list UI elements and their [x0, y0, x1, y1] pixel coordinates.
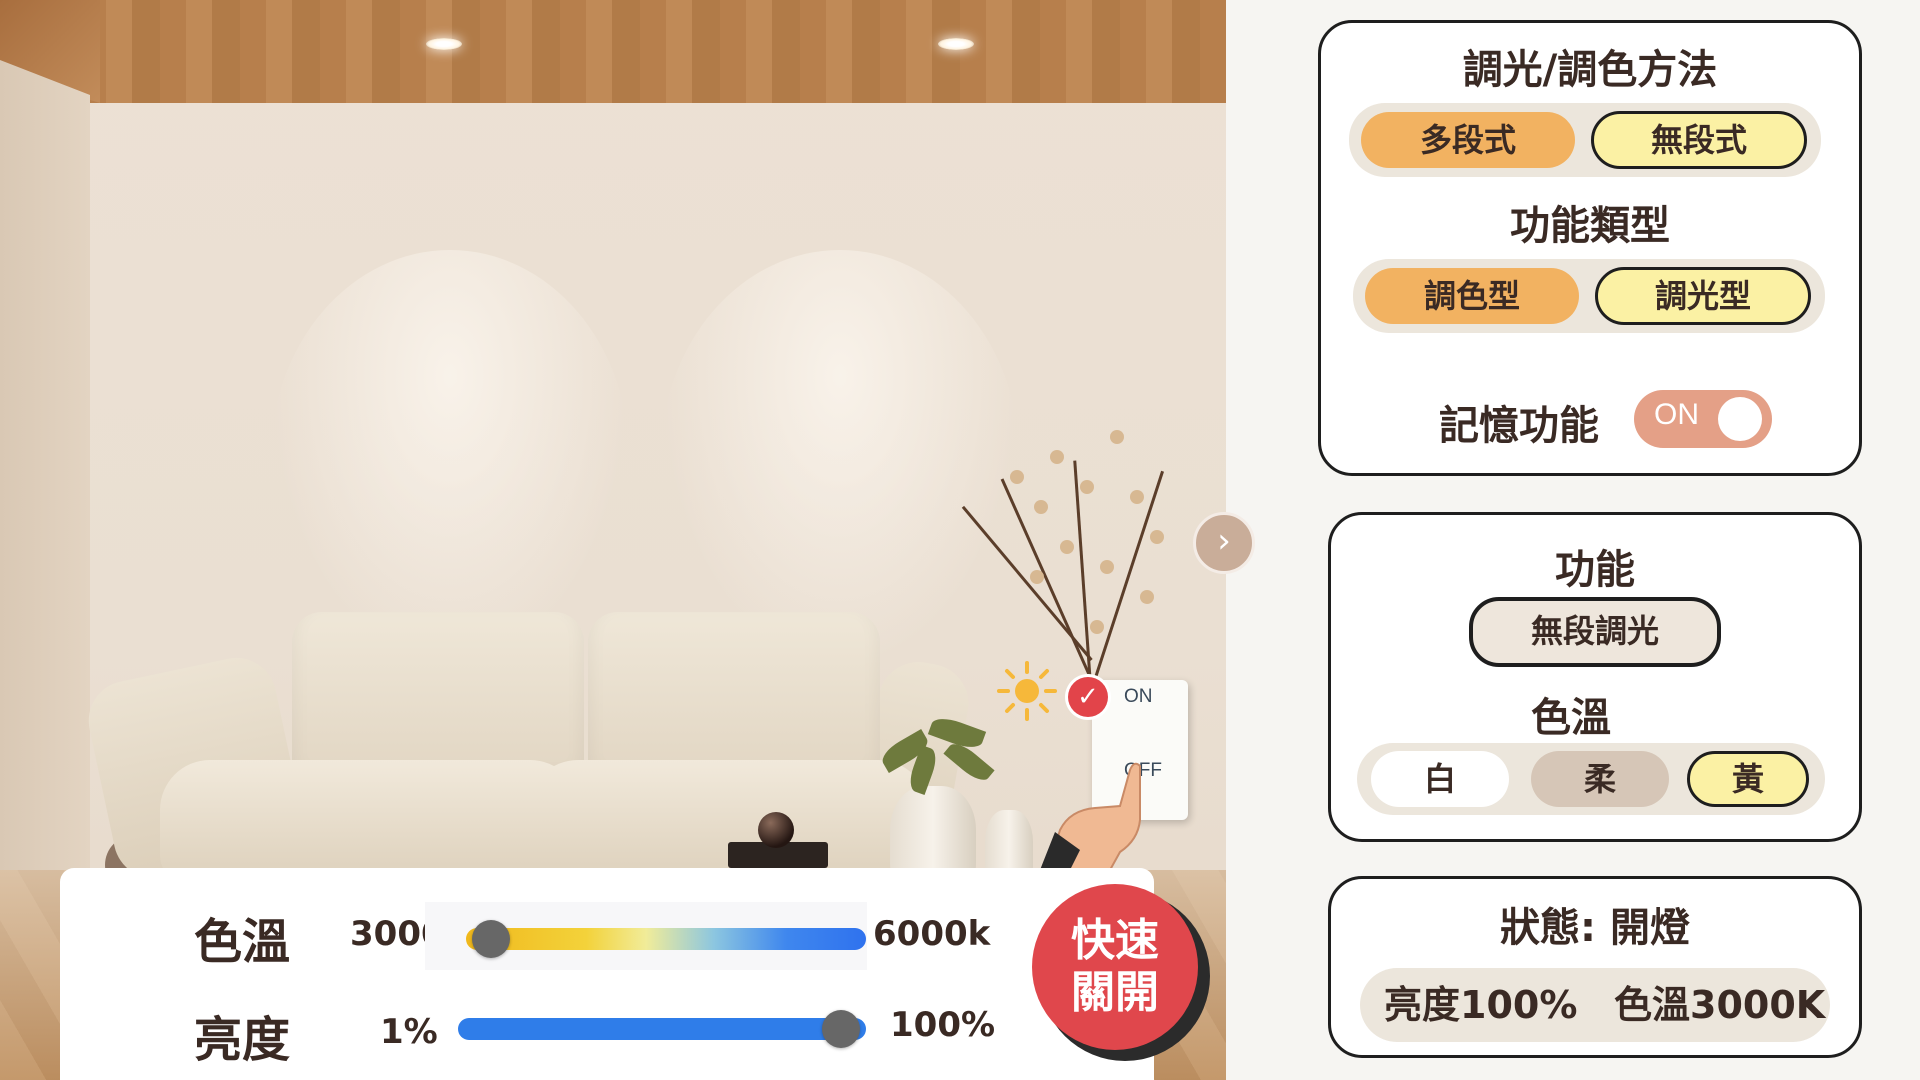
side-wall — [0, 60, 90, 930]
dimming-method-title: 調光/調色方法 — [1462, 47, 1718, 93]
quick-toggle-button[interactable]: 快速 關開 — [1032, 884, 1198, 1050]
wall-light-glow-right — [660, 250, 1020, 670]
quick-toggle-line1: 快速 — [1071, 915, 1159, 966]
color-temp-title: 色溫 — [1531, 695, 1611, 741]
function-title: 功能 — [1555, 547, 1635, 593]
toggle-knob — [1718, 397, 1762, 441]
brightness-label: 亮度 — [194, 1012, 291, 1068]
next-scene-button[interactable]: › — [1193, 512, 1255, 574]
memory-function-label: 記憶功能 — [1439, 403, 1599, 449]
color-option-white[interactable]: 白 — [1371, 751, 1509, 807]
color-temp-slider[interactable] — [466, 928, 866, 950]
sofa-seat-left — [160, 760, 580, 885]
status-color-temp: 色溫3000K — [1614, 983, 1826, 1027]
checkmark-icon: ✓ — [1068, 677, 1108, 717]
color-option-soft[interactable]: 柔 — [1531, 751, 1669, 807]
type-option-dimming[interactable]: 調光型 — [1595, 267, 1811, 325]
method-option-stepless[interactable]: 無段式 — [1591, 111, 1807, 169]
decor-orb — [758, 812, 794, 848]
function-type-title: 功能類型 — [1510, 203, 1670, 249]
type-selector: 調色型 調光型 — [1353, 259, 1825, 333]
brightness-max: 100% — [890, 1005, 996, 1045]
downlight-right — [938, 38, 974, 50]
memory-toggle-state: ON — [1654, 398, 1699, 431]
status-title: 狀態: 開燈 — [1500, 905, 1690, 951]
color-temp-slider-thumb[interactable] — [472, 920, 510, 958]
type-option-color[interactable]: 調色型 — [1365, 268, 1579, 324]
quick-toggle-line2: 關開 — [1071, 967, 1159, 1018]
status-readout: 亮度100% 色溫3000K — [1360, 968, 1830, 1042]
brightness-min: 1% — [380, 1012, 438, 1052]
dried-branches — [961, 420, 1190, 701]
status-brightness: 亮度100% — [1384, 983, 1578, 1027]
pointing-hand-icon — [1040, 762, 1141, 870]
color-temp-selector: 白 柔 黃 — [1357, 743, 1825, 815]
sun-icon — [997, 661, 1057, 721]
switch-on-label: ON — [1124, 686, 1153, 707]
function-card: 功能 無段調光 色溫 白 柔 黃 — [1328, 512, 1862, 842]
method-option-multi-step[interactable]: 多段式 — [1361, 112, 1575, 168]
function-value-button[interactable]: 無段調光 — [1469, 597, 1721, 667]
wood-ceiling — [0, 0, 1226, 103]
brightness-slider-thumb[interactable] — [822, 1010, 860, 1048]
color-temp-max: 6000k — [873, 914, 991, 954]
downlight-left — [426, 38, 462, 50]
color-option-yellow[interactable]: 黃 — [1687, 751, 1809, 807]
memory-toggle[interactable]: ON — [1634, 390, 1772, 448]
color-temp-label: 色溫 — [194, 914, 291, 970]
wall-light-glow-left — [270, 250, 630, 670]
dimming-method-card: 調光/調色方法 多段式 無段式 功能類型 調色型 調光型 記憶功能 — [1318, 20, 1862, 476]
brightness-slider[interactable] — [458, 1018, 866, 1040]
method-selector: 多段式 無段式 — [1349, 103, 1821, 177]
chevron-right-icon: › — [1217, 521, 1231, 561]
